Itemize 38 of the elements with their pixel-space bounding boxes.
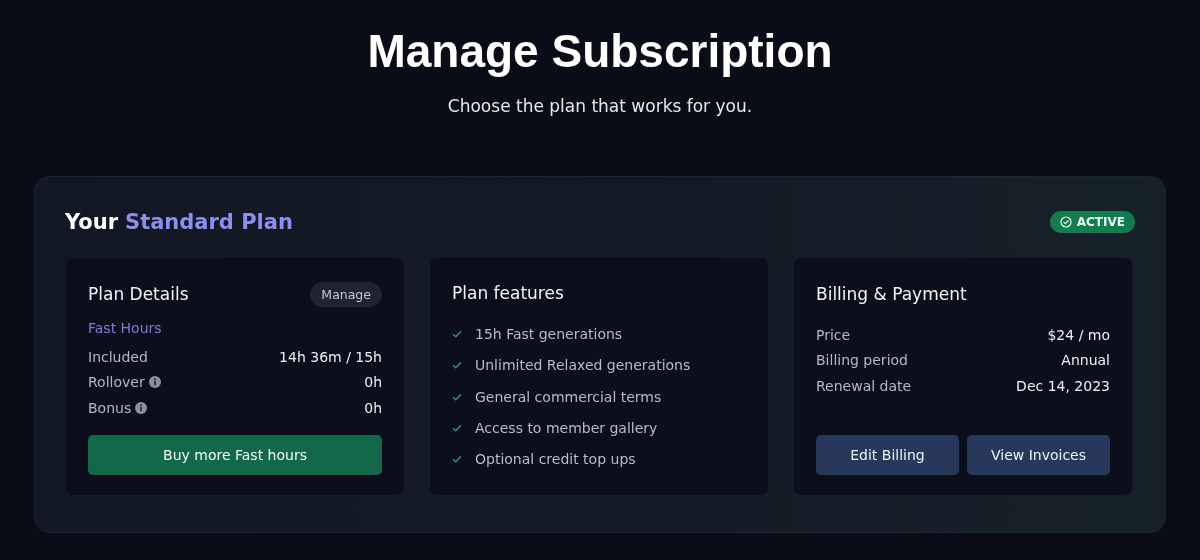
feature-text: Access to member gallery (475, 420, 658, 437)
plan-title: Your (65, 210, 118, 234)
card-title: Plan Details (88, 284, 189, 304)
section-label: Fast Hours (88, 320, 163, 336)
billing-button[interactable]: Edit Billing (816, 435, 959, 475)
page-subtitle: Choose the plan that works for you. (447, 96, 753, 116)
card-title: Billing & Payment (816, 284, 967, 304)
billing-value: Annual (1061, 352, 1110, 369)
detail-label: Bonus (88, 399, 132, 416)
status-label: ACTIVE (1076, 215, 1125, 229)
billing-label: Renewal date (816, 377, 912, 394)
feature-text: General commercial terms (475, 388, 662, 405)
detail-value: 0h (364, 399, 382, 416)
feature-text: 15h Fast generations (475, 326, 623, 343)
detail-value: 14h 36m / 15h (279, 348, 382, 365)
feature-text: Optional credit top ups (475, 451, 636, 468)
detail-label: Rollover (88, 374, 145, 391)
buy-hours-button[interactable]: Buy more Fast hours (88, 435, 382, 475)
info-icon (148, 376, 161, 389)
manage-button[interactable]: Manage (310, 281, 382, 307)
card-title: Plan features (452, 283, 564, 304)
detail-value: 0h (364, 374, 382, 391)
billing-value: Dec 14, 2023 (1016, 377, 1110, 394)
detail-label: Included (88, 348, 148, 365)
feature-text: Unlimited Relaxed generations (475, 357, 691, 374)
check-icon (452, 392, 462, 401)
check-icon (452, 424, 462, 433)
check-icon (452, 330, 462, 339)
check-circle-icon (1059, 216, 1072, 228)
info-icon (135, 401, 148, 414)
page-title: Manage Subscription (367, 24, 833, 78)
billing-button[interactable]: View Invoices (967, 435, 1110, 475)
billing-label: Billing period (816, 352, 908, 369)
check-icon (452, 361, 462, 370)
plan-name: Standard Plan (125, 210, 293, 234)
billing-value: $24 / mo (1047, 326, 1110, 343)
billing-label: Price (816, 326, 851, 343)
check-icon (452, 455, 462, 464)
